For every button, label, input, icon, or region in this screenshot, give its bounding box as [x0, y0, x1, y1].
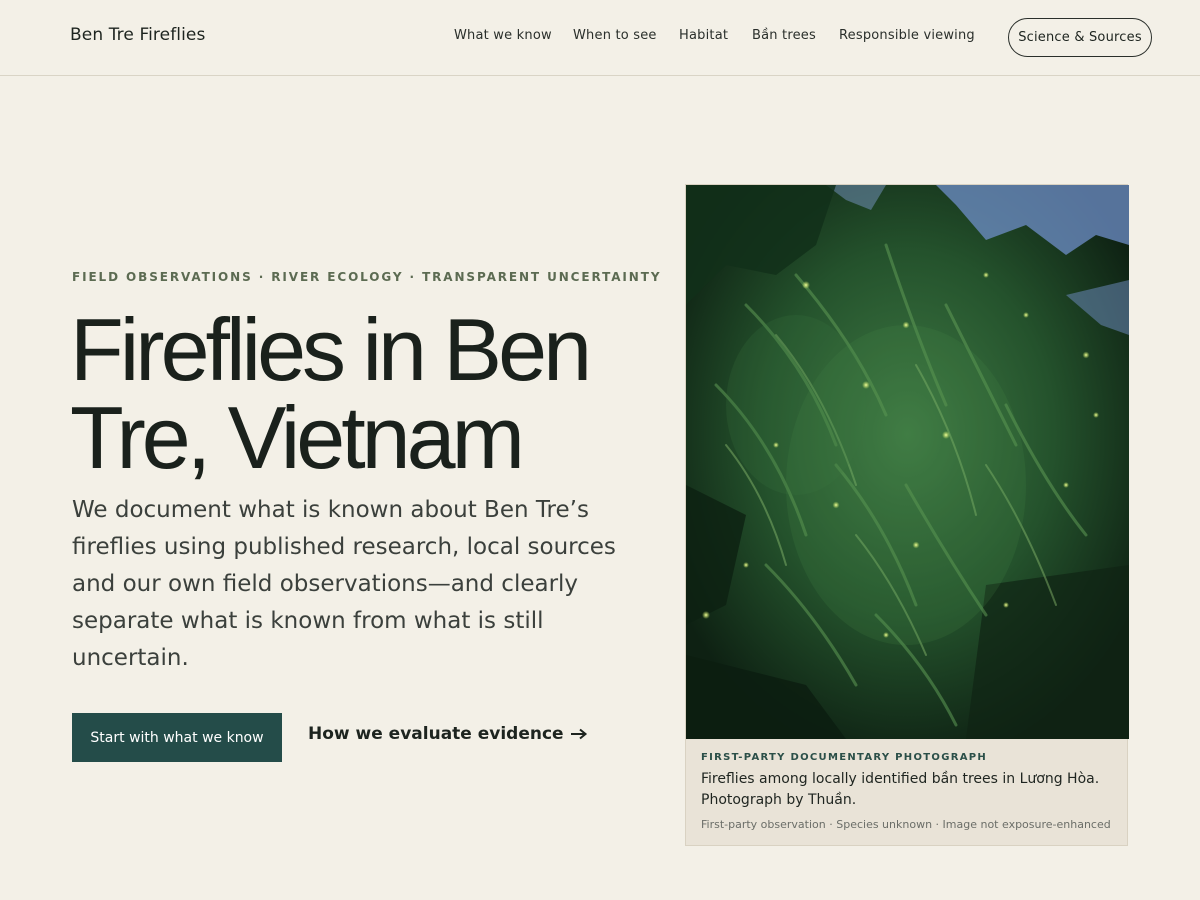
science-sources-button[interactable]: Science & Sources	[1008, 18, 1152, 57]
brand-logo[interactable]: Ben Tre Fireflies	[70, 25, 205, 45]
evaluate-evidence-link[interactable]: How we evaluate evidence	[308, 724, 588, 744]
firefly-photo-illustration	[686, 185, 1129, 739]
figure-caption: FIRST-PARTY DOCUMENTARY PHOTOGRAPH Firef…	[686, 739, 1129, 847]
start-what-we-know-button[interactable]: Start with what we know	[72, 713, 282, 762]
page-title: Fireflies in Ben Tre, Vietnam	[70, 300, 592, 487]
caption-kicker: FIRST-PARTY DOCUMENTARY PHOTOGRAPH	[701, 752, 988, 763]
nav-link-ban-trees[interactable]: Bần trees	[752, 28, 816, 43]
firefly-photograph	[686, 185, 1129, 739]
arrow-right-icon	[570, 728, 587, 740]
caption-text: Fireflies among locally identified bần t…	[701, 771, 1100, 808]
nav-link-what-we-know[interactable]: What we know	[454, 28, 552, 43]
caption-meta: First-party observation · Species unknow…	[701, 818, 1111, 831]
hero-figure: FIRST-PARTY DOCUMENTARY PHOTOGRAPH Firef…	[685, 184, 1129, 847]
nav-link-responsible-viewing[interactable]: Responsible viewing	[839, 28, 975, 43]
nav-link-when-to-see[interactable]: When to see	[573, 28, 657, 43]
hero-lede: We document what is known about Ben Tre’…	[72, 497, 616, 671]
nav-link-habitat[interactable]: Habitat	[679, 28, 728, 43]
hero-eyebrow: FIELD OBSERVATIONS · RIVER ECOLOGY · TRA…	[72, 270, 662, 284]
evaluate-evidence-label: How we evaluate evidence	[308, 724, 564, 744]
site-header: Ben Tre Fireflies What we know When to s…	[0, 0, 1200, 76]
